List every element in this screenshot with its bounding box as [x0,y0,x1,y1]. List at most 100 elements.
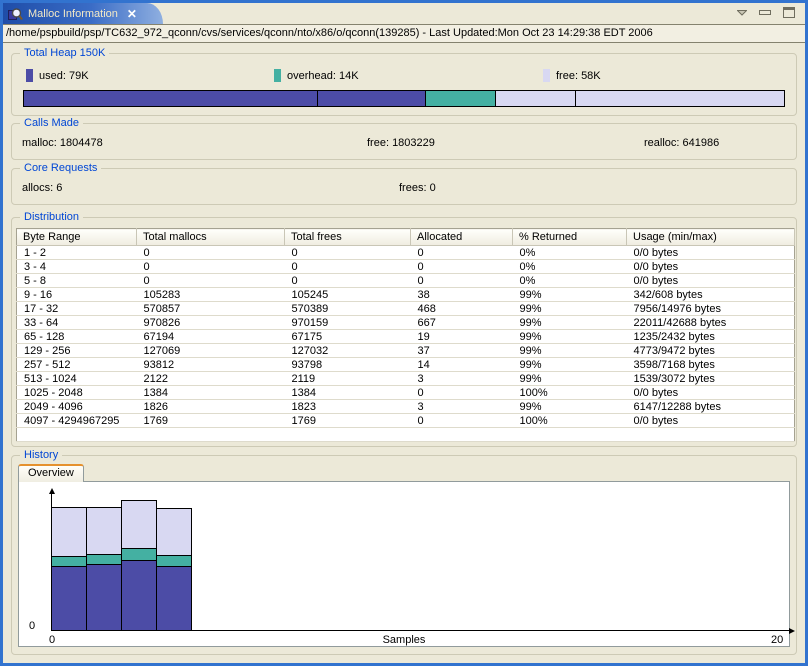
heap-segment-free [576,91,784,106]
column-header[interactable]: Total frees [285,229,411,246]
x-axis-title: Samples [19,634,789,646]
table-cell: 4097 - 4294967295 [17,414,137,428]
stat-realloc: realloc: 641986 [644,137,719,149]
table-cell: 257 - 512 [17,358,137,372]
table-cell: 0/0 bytes [627,414,795,428]
x-axis-max-label: 20 [771,634,783,646]
used-color-swatch [26,69,33,82]
table-cell: 67194 [137,330,285,344]
y-axis-origin-label: 0 [29,620,35,632]
table-row[interactable]: 65 - 12867194671751999%1235/2432 bytes [17,330,795,344]
table-cell: 105283 [137,288,285,302]
table-cell: 129 - 256 [17,344,137,358]
table-cell: 0 [411,414,513,428]
table-cell: 93812 [137,358,285,372]
table-cell: 0/0 bytes [627,274,795,288]
table-cell: 570389 [285,302,411,316]
table-cell: 100% [513,414,627,428]
table-cell: 99% [513,330,627,344]
table-cell: 0 [411,260,513,274]
heap-legend-text: free: 58K [556,70,601,82]
heap-segment-free [496,91,576,106]
table-cell: 1384 [285,386,411,400]
table-cell: 14 [411,358,513,372]
total-heap-group: Total Heap 150K used: 79Koverhead: 14Kfr… [11,53,797,116]
table-cell: 3 [411,372,513,386]
table-cell: 468 [411,302,513,316]
table-cell: 2119 [285,372,411,386]
table-cell: 3 - 4 [17,260,137,274]
view-menu-icon[interactable] [737,10,747,16]
calls-made-label: Calls Made [20,117,83,130]
table-row[interactable]: 513 - 102421222119399%1539/3072 bytes [17,372,795,386]
table-row[interactable]: 257 - 51293812937981499%3598/7168 bytes [17,358,795,372]
table-row[interactable]: 33 - 6497082697015966799%22011/42688 byt… [17,316,795,330]
view-content: Total Heap 150K used: 79Koverhead: 14Kfr… [3,43,805,655]
column-header[interactable]: Total mallocs [137,229,285,246]
table-cell: 0 [411,386,513,400]
table-cell: 1539/3072 bytes [627,372,795,386]
history-bar-segment-free [156,508,192,556]
heap-segment-used [24,91,318,106]
table-row[interactable]: 9 - 161052831052453899%342/608 bytes [17,288,795,302]
table-cell: 0/0 bytes [627,246,795,260]
table-cell: 9 - 16 [17,288,137,302]
table-cell: 99% [513,400,627,414]
table-row[interactable]: 1 - 20000%0/0 bytes [17,246,795,260]
table-cell: 1769 [137,414,285,428]
table-cell: 1384 [137,386,285,400]
history-bar-segment-used [156,566,192,631]
heap-legend-text: overhead: 14K [287,70,359,82]
column-header[interactable]: Byte Range [17,229,137,246]
heap-segment-used [318,91,426,106]
table-cell: 513 - 1024 [17,372,137,386]
table-cell: 0/0 bytes [627,386,795,400]
column-header[interactable]: Allocated [411,229,513,246]
close-icon[interactable]: ✕ [127,7,137,21]
table-cell: 1823 [285,400,411,414]
table-cell: 0% [513,274,627,288]
column-header[interactable]: Usage (min/max) [627,229,795,246]
maximize-icon[interactable] [783,7,795,18]
table-cell: 2049 - 4096 [17,400,137,414]
tab-malloc-information[interactable]: Malloc Information ✕ [3,3,163,24]
table-row[interactable]: 129 - 2561270691270323799%4773/9472 byte… [17,344,795,358]
table-cell: 3 [411,400,513,414]
table-row[interactable]: 5 - 80000%0/0 bytes [17,274,795,288]
table-row[interactable]: 2049 - 409618261823399%6147/12288 bytes [17,400,795,414]
table-row[interactable]: 4097 - 4294967295176917690100%0/0 bytes [17,414,795,428]
table-row[interactable]: 17 - 3257085757038946899%7956/14976 byte… [17,302,795,316]
core-requests-label: Core Requests [20,162,101,175]
table-cell: 93798 [285,358,411,372]
table-cell-empty [285,428,411,442]
minimize-icon[interactable] [759,9,771,17]
view-tab-bar: Malloc Information ✕ [3,3,805,24]
table-row[interactable]: 1025 - 2048138413840100%0/0 bytes [17,386,795,400]
table-cell: 0% [513,260,627,274]
table-cell-empty [513,428,627,442]
binary-path-bar: /home/pspbuild/psp/TC632_972_qconn/cvs/s… [3,24,805,43]
stat-malloc: malloc: 1804478 [22,137,103,149]
history-bar-segment-overhead [121,548,157,561]
table-cell: 105245 [285,288,411,302]
table-cell: 33 - 64 [17,316,137,330]
table-cell: 4773/9472 bytes [627,344,795,358]
free-color-swatch [543,69,550,82]
table-cell: 570857 [137,302,285,316]
history-bar-segment-overhead [51,556,87,567]
malloc-information-view: Malloc Information ✕ /home/pspbuild/psp/… [0,0,808,666]
column-header[interactable]: % Returned [513,229,627,246]
table-cell: 37 [411,344,513,358]
heap-legend-item-free: free: 58K [543,69,601,82]
table-cell-empty [627,428,795,442]
heap-usage-bar [23,90,785,107]
heap-legend-text: used: 79K [39,70,89,82]
table-cell: 342/608 bytes [627,288,795,302]
table-cell: 1826 [137,400,285,414]
table-row[interactable]: 3 - 40000%0/0 bytes [17,260,795,274]
history-bar-segment-free [121,500,157,549]
overhead-color-swatch [274,69,281,82]
table-cell: 2122 [137,372,285,386]
table-cell: 67175 [285,330,411,344]
tab-overview[interactable]: Overview [18,464,84,482]
